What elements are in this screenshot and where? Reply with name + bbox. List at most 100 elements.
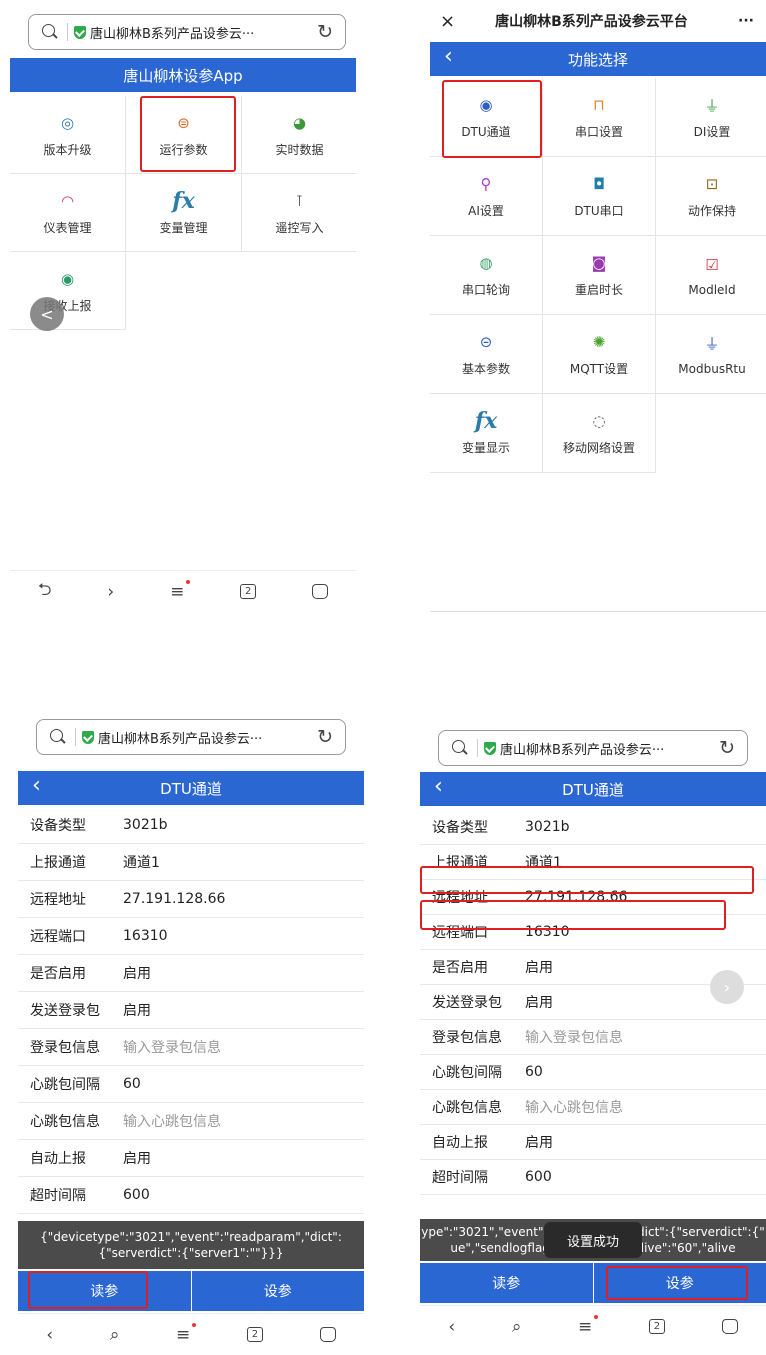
reload-icon[interactable]: ↻ — [719, 737, 735, 759]
back-icon[interactable]: ‹ — [434, 774, 443, 799]
field-value[interactable]: 启用 — [123, 1148, 151, 1168]
grid-item[interactable]: ◕ 实时数据 — [242, 96, 356, 174]
grid-item[interactable]: ⊡ 动作保持 — [656, 157, 766, 236]
field-label: 发送登录包 — [30, 1003, 100, 1019]
grid-item[interactable]: ⊺ 遥控写入 — [242, 174, 356, 252]
field-input[interactable]: 输入心跳包信息 — [123, 1111, 221, 1131]
reload-icon[interactable]: ↻ — [317, 21, 333, 43]
scroll-bubble[interactable]: › — [710, 970, 744, 1004]
address-bar[interactable]: 唐山柳林B系列产品设参云··· ↻ — [28, 14, 346, 50]
search-nav-icon[interactable]: ⌕ — [110, 1325, 120, 1345]
field-value[interactable]: 60 — [525, 1064, 543, 1080]
panel-dtu-set: 唐山柳林B系列产品设参云··· ↻ ‹ DTU通道 设备类型 3021b 上报通道 通… — [420, 716, 766, 1355]
grid-item-label: ModleId — [688, 282, 736, 297]
grid-item[interactable]: ◉ DTU通道 — [430, 78, 543, 157]
field-value[interactable]: 启用 — [525, 957, 553, 977]
app-title: 唐山柳林设参App — [123, 66, 243, 85]
back-icon[interactable]: ‹ — [32, 773, 41, 798]
grid-item[interactable]: ⊝ 基本参数 — [430, 315, 543, 394]
field-value[interactable]: 600 — [525, 1169, 552, 1185]
field-input[interactable]: 输入登录包信息 — [123, 1037, 221, 1057]
grid-item[interactable]: ◉ 接收上报 — [10, 252, 126, 330]
menu-icon[interactable]: ≡ — [176, 1322, 197, 1345]
field-value[interactable]: 启用 — [525, 992, 553, 1012]
back-icon[interactable]: ‹ — [444, 44, 453, 69]
grid-item[interactable]: ◌ 移动网络设置 — [543, 394, 656, 473]
form-row: 自动上报 启用 — [18, 1140, 364, 1177]
home-icon[interactable] — [312, 584, 329, 599]
back-nav-icon[interactable]: ‹ — [46, 1325, 53, 1345]
field-value[interactable]: 3021b — [525, 819, 570, 835]
field-value[interactable]: 3021b — [123, 817, 168, 833]
grid-item[interactable]: ⚲ AI设置 — [430, 157, 543, 236]
search-nav-icon[interactable]: ⌕ — [512, 1317, 522, 1337]
grid-item-label: 移动网络设置 — [562, 441, 635, 455]
set-params-button[interactable]: 设参 — [190, 1271, 364, 1311]
browser-nav-4: ‹ ⌕ ≡ 2 — [420, 1305, 766, 1347]
model-icon: ☑ — [705, 255, 719, 274]
grid-item-label: MQTT设置 — [569, 362, 629, 376]
set-params-button[interactable]: 设参 — [592, 1263, 766, 1303]
menu-icon[interactable]: ≡ — [578, 1314, 599, 1337]
grid-item[interactable]: ⊓ 串口设置 — [543, 78, 656, 157]
panel-home: 唐山柳林B系列产品设参云··· ↻ 唐山柳林设参App ◎ 版本升级 ⊜ 运行参数 ◕ 实… — [10, 0, 356, 612]
grid-item[interactable]: ◙ 重启时长 — [543, 236, 656, 315]
field-value[interactable]: 16310 — [525, 924, 570, 940]
action-bar: 读参 设参 — [18, 1271, 364, 1311]
grid-item[interactable]: ⏚ DI设置 — [656, 78, 766, 157]
read-params-button[interactable]: 读参 — [420, 1263, 593, 1303]
back-nav-icon[interactable]: ⮌ — [38, 577, 52, 606]
grid-item[interactable]: fx 变量管理 — [126, 174, 242, 252]
tabs-icon[interactable]: 2 — [240, 584, 257, 599]
field-label: 心跳包间隔 — [432, 1065, 502, 1081]
grid-item[interactable]: ✺ MQTT设置 — [543, 315, 656, 394]
grid-item[interactable]: ⊜ 运行参数 — [126, 96, 242, 174]
back-bubble[interactable]: < — [30, 297, 64, 331]
address-bar[interactable]: 唐山柳林B系列产品设参云··· ↻ — [36, 719, 346, 755]
tabs-icon[interactable]: 2 — [648, 1319, 665, 1334]
fx-icon: fx — [474, 408, 498, 434]
page-header: ‹ DTU通道 — [18, 771, 364, 805]
remote-icon: ⊺ — [295, 191, 304, 210]
grid-item-label: 实时数据 — [275, 142, 324, 157]
field-label: 远程地址 — [432, 890, 488, 906]
menu-icon[interactable]: ≡ — [170, 579, 191, 602]
di-icon: ⏚ — [704, 96, 720, 115]
more-icon[interactable]: ··· — [738, 13, 754, 29]
grid-item[interactable]: ◎ 版本升级 — [10, 96, 126, 174]
grid-item[interactable]: ◠ 仪表管理 — [10, 174, 126, 252]
read-params-button[interactable]: 读参 — [18, 1271, 191, 1311]
forward-icon[interactable]: › — [107, 582, 114, 602]
home-icon[interactable] — [721, 1319, 738, 1334]
grid-item[interactable]: ◘ DTU串口 — [543, 157, 656, 236]
field-value[interactable]: 60 — [123, 1076, 141, 1092]
field-value[interactable]: 启用 — [525, 1132, 553, 1152]
grid-item[interactable]: ⏚ ModbusRtu — [656, 315, 766, 394]
close-icon[interactable]: × — [440, 11, 455, 32]
field-value[interactable]: 600 — [123, 1187, 150, 1203]
field-value[interactable]: 启用 — [123, 1000, 151, 1020]
home-icon[interactable] — [319, 1327, 336, 1342]
field-label: 发送登录包 — [432, 995, 502, 1011]
back-nav-icon[interactable]: ‹ — [448, 1317, 455, 1337]
window-title: 唐山柳林B系列产品设参云平台 — [495, 14, 688, 30]
network-icon: ◌ — [592, 412, 606, 430]
form-row: 设备类型 3021b — [420, 810, 766, 845]
toast-line: {"devicetype":"3021","event":"readparam"… — [40, 1230, 342, 1244]
field-input[interactable]: 输入心跳包信息 — [525, 1097, 623, 1117]
grid-item[interactable]: ☑ ModleId — [656, 236, 766, 315]
grid-item[interactable]: ◍ 串口轮询 — [430, 236, 543, 315]
field-input[interactable]: 输入登录包信息 — [525, 1027, 623, 1047]
form-row: 自动上报 启用 — [420, 1125, 766, 1160]
tabs-icon[interactable]: 2 — [246, 1327, 263, 1342]
field-value[interactable]: 27.191.128.66 — [525, 889, 627, 905]
address-bar[interactable]: 唐山柳林B系列产品设参云··· ↻ — [438, 730, 748, 766]
browser-nav-1: ⮌ › ≡ 2 — [10, 570, 356, 612]
reload-icon[interactable]: ↻ — [317, 726, 333, 748]
field-value[interactable]: 16310 — [123, 928, 168, 944]
field-value[interactable]: 启用 — [123, 963, 151, 983]
grid-item[interactable]: fx 变量显示 — [430, 394, 543, 473]
field-value[interactable]: 27.191.128.66 — [123, 891, 225, 907]
field-value[interactable]: 通道1 — [123, 852, 160, 872]
field-value[interactable]: 通道1 — [525, 852, 562, 872]
